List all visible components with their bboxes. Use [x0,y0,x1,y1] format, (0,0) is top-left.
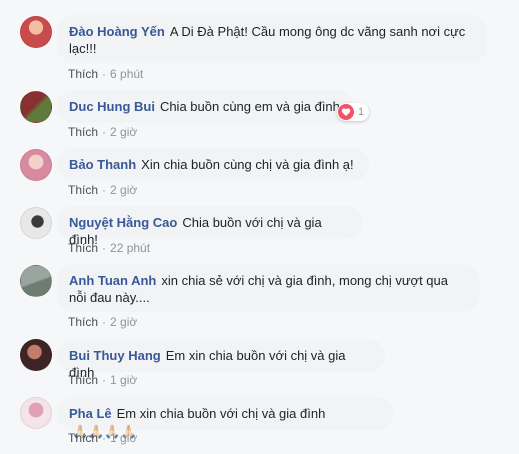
comment-bubble: Anh Tuan Anh xin chia sẻ với chị và gia đ… [57,264,480,312]
comment-bubble: Bảo Thanh Xin chia buồn cùng chị và gia đ… [57,148,369,181]
comment-meta: Thích · 2 giờ [68,183,138,197]
comment-author[interactable]: Pha Lê [69,406,112,421]
comment-text: Em xin chia buồn với chị và gia đình [116,406,326,421]
like-link[interactable]: Thích [68,315,98,329]
heart-icon [338,104,354,120]
comment-time[interactable]: 6 phút [110,67,143,81]
comment-bubble: Pha Lê Em xin chia buồn với chị và gia đì… [57,397,394,439]
like-link[interactable]: Thích [68,373,98,387]
comment-meta: Thích · 2 giờ [68,315,138,329]
comment-time[interactable]: 1 giờ [110,373,137,387]
comment-author[interactable]: Bui Thuy Hang [69,348,161,363]
comment-time[interactable]: 2 giờ [110,315,137,329]
comment-time[interactable]: 1 giờ [110,431,137,445]
comment-meta: Thích · 6 phút [68,67,144,81]
comment-bubble: Duc Hung Bui Chia buồn cùng em và gia đìn… [57,90,353,123]
avatar[interactable] [20,149,52,181]
comment-bubble: Nguyệt Hằng Cao Chia buồn với chị và gia … [57,206,363,247]
avatar[interactable] [20,91,52,123]
like-link[interactable]: Thích [68,125,98,139]
comment-meta: Thích · 1 giờ [68,431,138,445]
comment-time[interactable]: 2 giờ [110,183,137,197]
comment-time[interactable]: 2 giờ [110,125,137,139]
comment-author[interactable]: Nguyệt Hằng Cao [69,215,177,230]
avatar[interactable] [20,339,52,371]
comment-bubble: Đào Hoàng Yến A Di Đà Phật! Cầu mong ông … [57,15,487,63]
comment-author[interactable]: Duc Hung Bui [69,99,155,114]
comment-meta: Thích · 22 phút [68,241,151,255]
comment-meta: Thích · 1 giờ [68,373,138,387]
comment-meta: Thích · 2 giờ [68,125,138,139]
like-link[interactable]: Thích [68,183,98,197]
comment-author[interactable]: Anh Tuan Anh [69,273,156,288]
like-link[interactable]: Thích [68,67,98,81]
comment-author[interactable]: Đào Hoàng Yến [69,24,165,39]
comment-text: Chia buồn cùng em và gia đình [159,99,340,114]
comment-text: Xin chia buồn cùng chị và gia đình ạ! [141,157,354,172]
comment-time[interactable]: 22 phút [110,241,150,255]
avatar[interactable] [20,397,52,429]
avatar[interactable] [20,16,52,48]
avatar[interactable] [20,265,52,297]
avatar[interactable] [20,207,52,239]
reaction-badge[interactable]: 1 [337,103,370,121]
reaction-count: 1 [358,106,365,118]
like-link[interactable]: Thích [68,431,98,445]
like-link[interactable]: Thích [68,241,98,255]
comment-bubble: Bui Thuy Hang Em xin chia buồn với chị và… [57,339,385,380]
comment-author[interactable]: Bảo Thanh [69,157,136,172]
